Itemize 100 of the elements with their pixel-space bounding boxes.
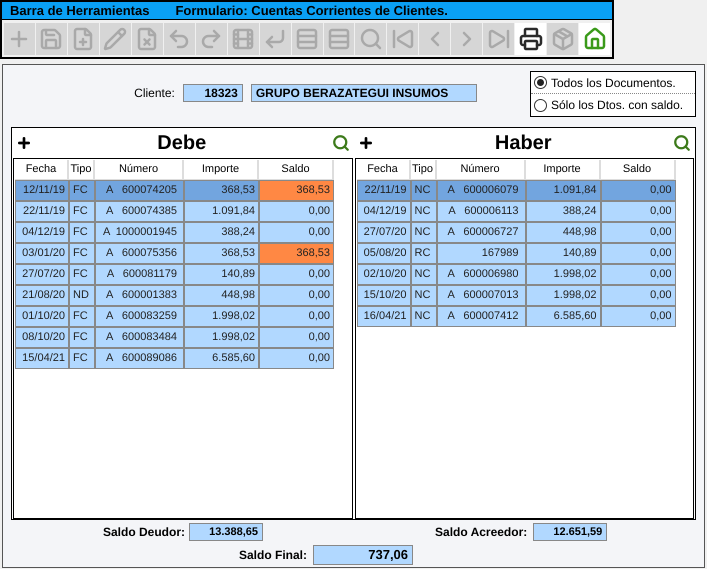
type-cell: FC: [69, 306, 95, 327]
amount-cell: 140,89: [526, 243, 600, 264]
panel-title: Debe: [157, 131, 206, 156]
last-icon: [486, 26, 511, 50]
type-cell: RC: [410, 243, 436, 264]
balance-cell: 0,00: [600, 243, 676, 264]
floppy-plus-icon: [71, 26, 96, 50]
table-row[interactable]: 03/01/20 FC A 600075356 368,53 368,53: [15, 243, 352, 264]
amount-cell: 1.091,84: [526, 180, 600, 201]
type-cell: FC: [69, 180, 95, 201]
balance-cell: 0,00: [600, 201, 676, 222]
search-icon[interactable]: [332, 134, 350, 152]
film-icon: [231, 26, 256, 50]
column-header[interactable]: Número: [95, 160, 184, 180]
table-row[interactable]: 01/10/20 FC A 600083259 1.998,02 0,00: [15, 306, 352, 327]
table-row[interactable]: 27/07/20 NC A 600006727 448,98 0,00: [356, 222, 693, 243]
date-cell: 15/10/20: [356, 285, 410, 306]
date-cell: 21/08/20: [15, 285, 69, 306]
number-cell: A 600006113: [436, 201, 526, 222]
type-cell: FC: [69, 243, 95, 264]
final-balance-label: Saldo Final:: [239, 547, 308, 564]
date-cell: 04/12/19: [15, 222, 69, 243]
balance-cell: 0,00: [259, 201, 334, 222]
table-row[interactable]: 15/04/21 FC A 600089086 6.585,60 0,00: [15, 348, 352, 369]
printer-icon: [518, 26, 543, 50]
type-cell: FC: [69, 222, 95, 243]
toolbar-button[interactable]: [515, 22, 546, 54]
table-row[interactable]: 08/10/20 FC A 600083484 1.998,02 0,00: [15, 327, 352, 348]
date-cell: 12/11/19: [15, 180, 69, 201]
floppy-icon: [39, 26, 64, 50]
filter-radio[interactable]: Sólo los Dtos. con saldo.: [531, 94, 695, 116]
radio-label: Todos los Documentos.: [551, 74, 676, 92]
type-cell: NC: [410, 264, 436, 285]
table-row[interactable]: 02/10/20 NC A 600006980 1.998,02 0,00: [356, 264, 693, 285]
column-header[interactable]: Importe: [526, 160, 600, 180]
radio-button[interactable]: [534, 98, 547, 112]
date-cell: 03/01/20: [15, 243, 69, 264]
list-icon: [295, 26, 320, 50]
type-cell: FC: [69, 348, 95, 369]
type-cell: FC: [69, 264, 95, 285]
add-icon[interactable]: [16, 135, 32, 151]
table-row[interactable]: 12/11/19 FC A 600074205 368,53 368,53: [15, 180, 352, 201]
column-header[interactable]: Tipo: [410, 160, 436, 180]
amount-cell: 388,24: [526, 201, 600, 222]
column-header[interactable]: Saldo: [600, 160, 676, 180]
date-cell: 16/04/21: [356, 306, 410, 327]
client-label: Cliente:: [134, 85, 175, 102]
table-row[interactable]: 21/08/20 ND A 600001383 448,98 0,00: [15, 285, 352, 306]
column-header[interactable]: Número: [436, 160, 526, 180]
search-icon[interactable]: [672, 134, 691, 152]
amount-cell: 6.585,60: [184, 348, 259, 369]
number-cell: A 600074385: [95, 201, 184, 222]
balance-cell: 0,00: [259, 285, 334, 306]
table-row[interactable]: 27/07/20 FC A 600081179 140,89 0,00: [15, 264, 352, 285]
column-header[interactable]: Tipo: [69, 160, 95, 180]
balance-cell: 0,00: [600, 285, 676, 306]
date-cell: 05/08/20: [356, 243, 410, 264]
balance-cell: 368,53: [259, 180, 334, 201]
filter-radio[interactable]: Todos los Documentos.: [531, 72, 695, 94]
toolbar-title: Barra de Herramientas: [10, 2, 150, 20]
amount-cell: 388,24: [184, 222, 259, 243]
number-cell: A 600006980: [436, 264, 526, 285]
type-cell: NC: [410, 222, 436, 243]
table-row[interactable]: 05/08/20 RC 167989 140,89 0,00: [356, 243, 693, 264]
balance-cell: 0,00: [600, 180, 676, 201]
balance-cell: 0,00: [259, 327, 334, 348]
amount-cell: 6.585,60: [526, 306, 600, 327]
balance-cell: 0,00: [259, 348, 334, 369]
client-code-field[interactable]: 18323: [182, 84, 243, 102]
date-cell: 02/10/20: [356, 264, 410, 285]
panel-title: Haber: [494, 131, 552, 156]
number-cell: A 600081179: [95, 264, 184, 285]
balance-cell: 0,00: [259, 306, 334, 327]
client-name-field[interactable]: GRUPO BERAZATEGUI INSUMOS: [250, 84, 477, 102]
column-header[interactable]: Importe: [184, 160, 259, 180]
debit-balance-field: 13.388,65: [189, 523, 264, 541]
table-row[interactable]: 15/10/20 NC A 600007013 1.998,02 0,00: [356, 285, 693, 306]
search-icon: [358, 26, 383, 50]
table-row[interactable]: 16/04/21 NC A 600007412 6.585,60 0,00: [356, 306, 693, 327]
amount-cell: 448,98: [526, 222, 600, 243]
type-cell: FC: [69, 327, 95, 348]
table-row[interactable]: 22/11/19 FC A 600074385 1.091,84 0,00: [15, 201, 352, 222]
add-icon[interactable]: [358, 135, 374, 151]
number-cell: A 600007412: [436, 306, 526, 327]
date-cell: 27/07/20: [15, 264, 69, 285]
radio-button[interactable]: [534, 76, 547, 89]
box-icon: [550, 26, 575, 50]
table-row[interactable]: 04/12/19 FC A 1000001945 388,24 0,00: [15, 222, 352, 243]
amount-cell: 1.091,84: [184, 201, 259, 222]
column-header[interactable]: Saldo: [259, 160, 334, 180]
number-cell: A 600006079: [436, 180, 526, 201]
date-cell: 08/10/20: [15, 327, 69, 348]
table-row[interactable]: 22/11/19 NC A 600006079 1.091,84 0,00: [356, 180, 693, 201]
table-row[interactable]: 04/12/19 NC A 600006113 388,24 0,00: [356, 201, 693, 222]
type-cell: NC: [410, 285, 436, 306]
column-header[interactable]: Fecha: [15, 160, 69, 180]
number-cell: A 1000001945: [95, 222, 184, 243]
type-cell: FC: [69, 201, 95, 222]
column-header[interactable]: Fecha: [356, 160, 410, 180]
credit-balance-label: Saldo Acreedor:: [435, 524, 528, 541]
